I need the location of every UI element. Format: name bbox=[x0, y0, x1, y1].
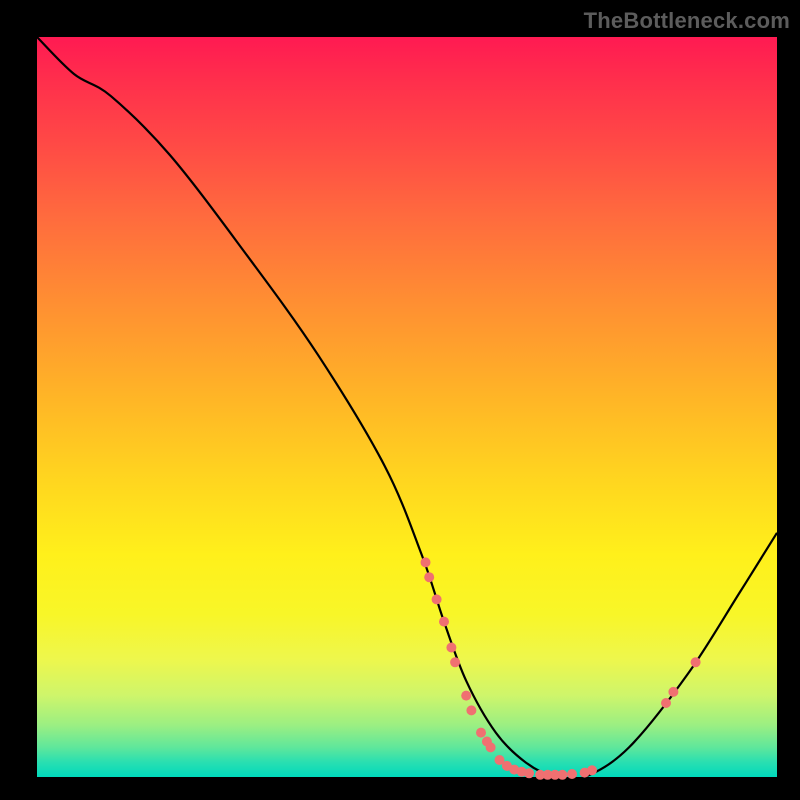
data-marker bbox=[587, 765, 597, 775]
data-marker bbox=[486, 742, 496, 752]
data-marker bbox=[661, 698, 671, 708]
data-marker bbox=[691, 657, 701, 667]
data-marker bbox=[450, 657, 460, 667]
chart-container: TheBottleneck.com bbox=[0, 0, 800, 800]
watermark-label: TheBottleneck.com bbox=[584, 8, 790, 34]
bottleneck-curve bbox=[37, 37, 777, 780]
data-marker bbox=[524, 768, 534, 778]
data-marker bbox=[421, 557, 431, 567]
data-marker bbox=[466, 705, 476, 715]
data-marker bbox=[424, 572, 434, 582]
data-marker bbox=[446, 643, 456, 653]
data-marker bbox=[432, 594, 442, 604]
data-marker bbox=[668, 687, 678, 697]
data-marker bbox=[567, 769, 577, 779]
data-marker bbox=[461, 691, 471, 701]
curve-layer bbox=[37, 37, 777, 777]
plot-area bbox=[37, 37, 777, 777]
data-marker bbox=[476, 728, 486, 738]
data-marker bbox=[439, 617, 449, 627]
data-marker bbox=[557, 770, 567, 780]
data-markers bbox=[421, 557, 701, 779]
